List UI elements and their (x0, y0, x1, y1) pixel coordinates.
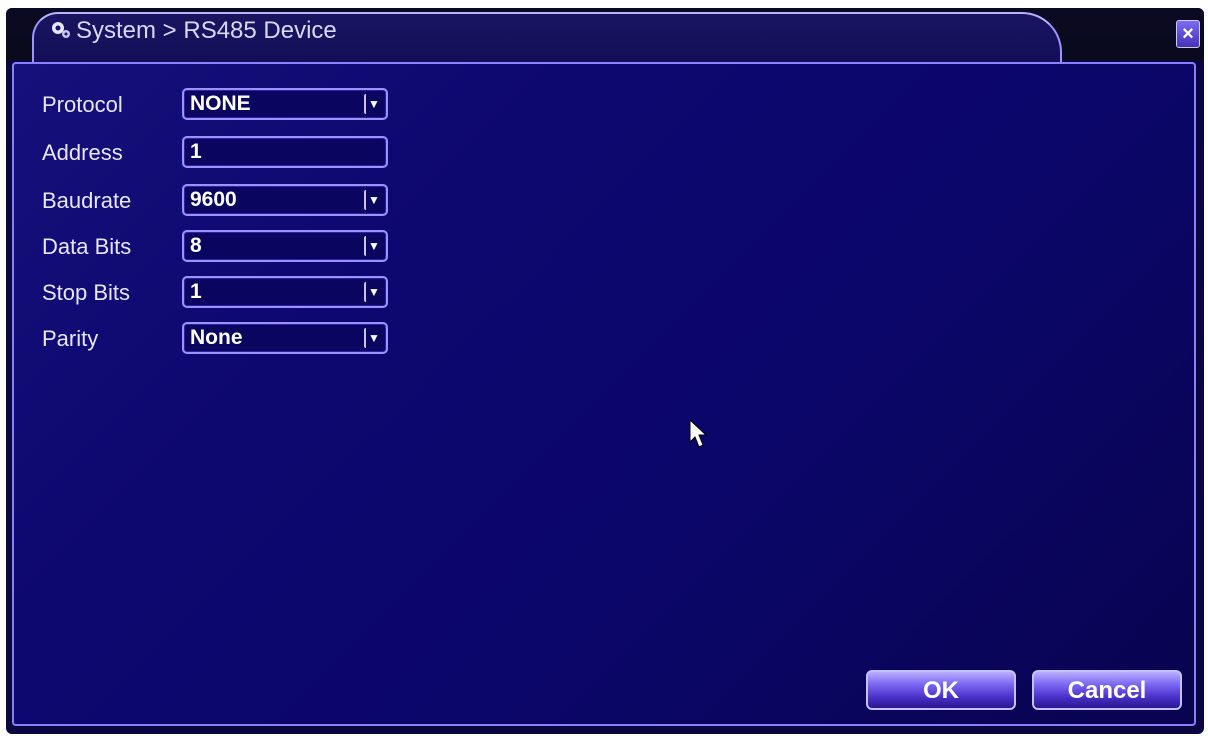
stop-bits-label: Stop Bits (42, 280, 131, 305)
protocol-row: Protocol NONE ▼ (14, 88, 434, 122)
chevron-down-icon[interactable]: ▼ (364, 282, 382, 302)
protocol-value: NONE (190, 92, 251, 115)
protocol-label: Protocol (42, 92, 123, 117)
data-bits-row: Data Bits 8 ▼ (14, 230, 434, 264)
rs485-device-dialog: System > RS485 Device × Protocol NONE ▼ … (6, 8, 1204, 734)
protocol-dropdown[interactable]: NONE ▼ (182, 88, 388, 120)
chevron-down-icon[interactable]: ▼ (364, 236, 382, 256)
mouse-cursor-icon (689, 418, 708, 448)
chevron-down-icon[interactable]: ▼ (364, 328, 382, 348)
parity-dropdown[interactable]: None ▼ (182, 322, 388, 354)
parity-row: Parity None ▼ (14, 322, 434, 356)
stop-bits-row: Stop Bits 1 ▼ (14, 276, 434, 310)
address-row: Address 1 (14, 136, 434, 170)
window-title: System > RS485 Device (76, 17, 337, 44)
chevron-down-icon[interactable]: ▼ (364, 190, 382, 210)
baudrate-dropdown[interactable]: 9600 ▼ (182, 184, 388, 216)
screen: System > RS485 Device × Protocol NONE ▼ … (0, 0, 1208, 736)
baudrate-value: 9600 (190, 188, 237, 211)
data-bits-dropdown[interactable]: 8 ▼ (182, 230, 388, 262)
title-bar: System > RS485 Device × (6, 8, 1204, 70)
address-value: 1 (190, 140, 202, 163)
address-field[interactable]: 1 (182, 136, 388, 168)
close-icon: × (1182, 23, 1194, 45)
ok-label: OK (923, 677, 959, 704)
parity-label: Parity (42, 326, 99, 351)
cancel-button[interactable]: Cancel (1032, 670, 1182, 710)
parity-value: None (190, 326, 243, 349)
stop-bits-value: 1 (190, 280, 202, 303)
cancel-label: Cancel (1067, 677, 1147, 704)
ok-button[interactable]: OK (866, 670, 1016, 710)
system-settings-icon (52, 22, 70, 38)
data-bits-label: Data Bits (42, 234, 132, 259)
settings-panel: Protocol NONE ▼ Address 1 Baudrate 9600 … (12, 62, 1196, 726)
close-button[interactable]: × (1176, 20, 1200, 48)
data-bits-value: 8 (190, 234, 202, 257)
chevron-down-icon[interactable]: ▼ (364, 94, 382, 114)
stop-bits-dropdown[interactable]: 1 ▼ (182, 276, 388, 308)
address-label: Address (42, 140, 123, 165)
baudrate-label: Baudrate (42, 188, 132, 213)
baudrate-row: Baudrate 9600 ▼ (14, 184, 434, 218)
